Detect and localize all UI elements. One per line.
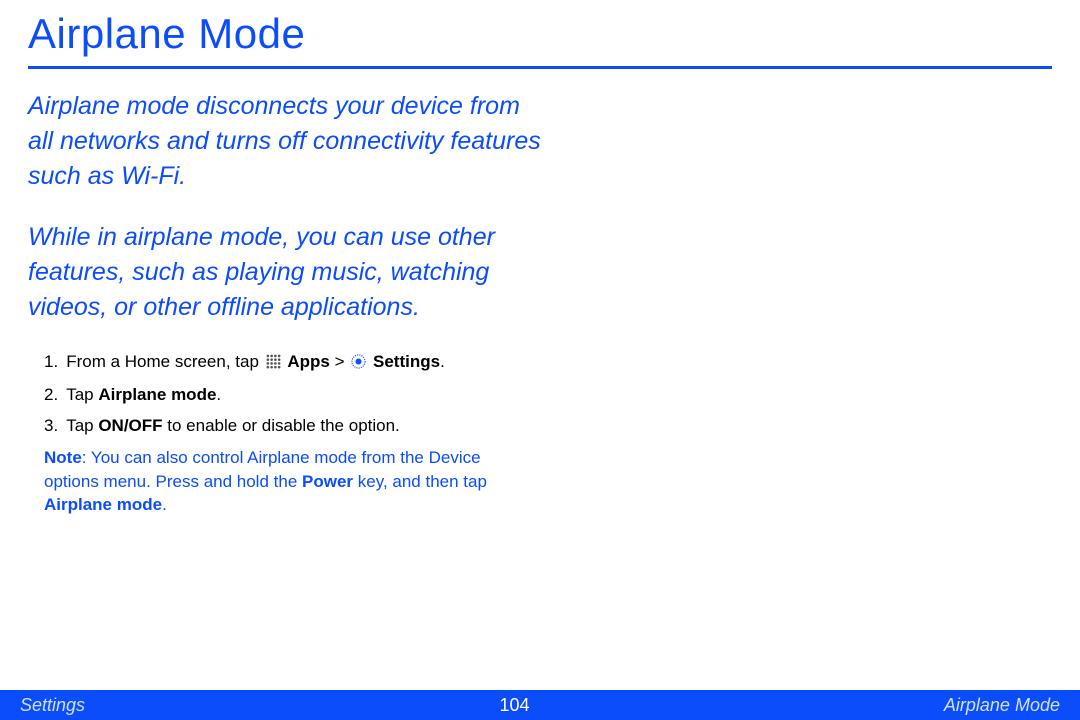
power-key-label: Power: [302, 472, 353, 491]
note-text-2: key, and then tap: [353, 472, 487, 491]
airplane-mode-label: Airplane mode: [44, 495, 162, 514]
gear-icon: [351, 353, 366, 376]
step-body: From a Home screen, tap Apps > Settings.: [66, 351, 564, 376]
footer-left: Settings: [20, 695, 85, 716]
step-body: Tap ON/OFF to enable or disable the opti…: [66, 415, 564, 438]
note-paragraph: Note: You can also control Airplane mode…: [44, 446, 524, 517]
intro-paragraph-2: While in airplane mode, you can use othe…: [28, 220, 548, 325]
step-text: From a Home screen, tap: [66, 352, 263, 371]
step-number: 3.: [44, 415, 58, 438]
note-label: Note: [44, 448, 82, 467]
footer-page-number: 104: [499, 695, 529, 716]
step-number: 1.: [44, 351, 58, 374]
step-2: 2. Tap Airplane mode.: [44, 384, 564, 407]
step-body: Tap Airplane mode.: [66, 384, 564, 407]
page-title: Airplane Mode: [28, 10, 1052, 66]
footer-right: Airplane Mode: [944, 695, 1060, 716]
title-rule: [28, 66, 1052, 69]
step-3: 3. Tap ON/OFF to enable or disable the o…: [44, 415, 564, 438]
onoff-label: ON/OFF: [98, 416, 162, 435]
step-text: Tap: [66, 385, 98, 404]
step-gt: >: [330, 352, 349, 371]
note-text-3: .: [162, 495, 167, 514]
step-post: .: [216, 385, 221, 404]
airplane-mode-label: Airplane mode: [98, 385, 216, 404]
apps-icon: [266, 353, 281, 376]
step-1: 1. From a Home screen, tap Apps > Settin…: [44, 351, 564, 376]
step-number: 2.: [44, 384, 58, 407]
apps-label: Apps: [287, 352, 330, 371]
page: Airplane Mode Airplane mode disconnects …: [0, 0, 1080, 720]
step-text: Tap: [66, 416, 98, 435]
page-footer: Settings 104 Airplane Mode: [0, 690, 1080, 720]
settings-label: Settings: [373, 352, 440, 371]
steps-list: 1. From a Home screen, tap Apps > Settin…: [44, 351, 564, 438]
step-post: .: [440, 352, 445, 371]
step-post: to enable or disable the option.: [163, 416, 400, 435]
intro-paragraph-1: Airplane mode disconnects your device fr…: [28, 89, 548, 194]
